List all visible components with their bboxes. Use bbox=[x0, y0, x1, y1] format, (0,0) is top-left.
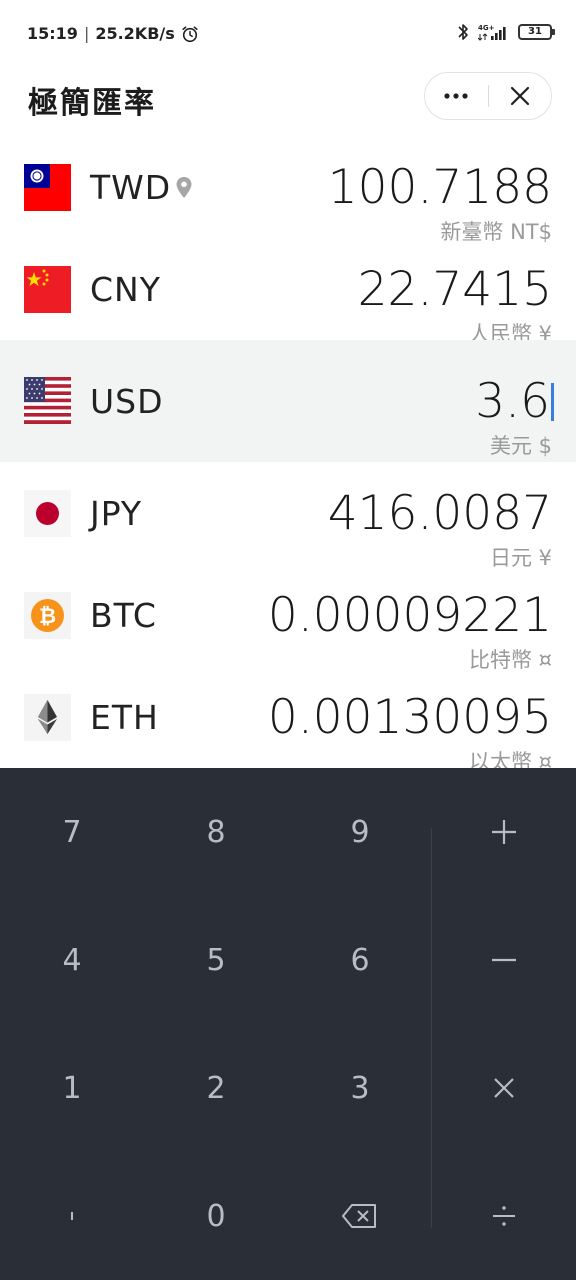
page-title: 極簡匯率 bbox=[28, 86, 156, 121]
currency-amount: 416.0087 bbox=[327, 486, 552, 541]
key-9[interactable]: 9 bbox=[288, 768, 432, 896]
japan-flag-icon bbox=[24, 490, 71, 537]
key-divide[interactable] bbox=[432, 1152, 576, 1280]
divide-icon bbox=[493, 1206, 515, 1226]
currency-amount: 100.7188 bbox=[327, 160, 552, 215]
bitcoin-icon: ₿ bbox=[24, 592, 71, 639]
ethereum-icon bbox=[24, 694, 71, 741]
currency-name: 以太幣 ¤ bbox=[468, 750, 552, 768]
mini-program-capsule bbox=[424, 72, 552, 120]
china-flag-icon bbox=[24, 266, 71, 313]
status-bar: 15:19 | 25.2KB/s 4G+ 31 bbox=[0, 0, 576, 68]
plus-icon bbox=[492, 820, 516, 844]
currency-row-cny[interactable]: CNY 22.7415 人民幣 ¥ bbox=[0, 238, 576, 350]
status-left: 15:19 | 25.2KB/s bbox=[27, 24, 199, 43]
key-6[interactable]: 6 bbox=[288, 896, 432, 1024]
currency-code: BTC bbox=[90, 596, 157, 635]
signal-icon: 4G+ bbox=[478, 24, 506, 41]
key-2[interactable]: 2 bbox=[144, 1024, 288, 1152]
key-5[interactable]: 5 bbox=[144, 896, 288, 1024]
key-minus[interactable] bbox=[432, 896, 576, 1024]
key-0[interactable]: 0 bbox=[144, 1152, 288, 1280]
close-icon bbox=[510, 86, 529, 106]
currency-row-eth[interactable]: ETH 0.00130095 以太幣 ¤ bbox=[0, 666, 576, 768]
status-time: 15:19 bbox=[27, 24, 78, 43]
key-multiply[interactable] bbox=[432, 1024, 576, 1152]
more-icon bbox=[444, 93, 468, 99]
currency-code: USD bbox=[90, 382, 164, 421]
currency-row-jpy[interactable]: JPY 416.0087 日元 ¥ bbox=[0, 462, 576, 574]
status-net-speed: 25.2KB/s bbox=[95, 24, 175, 43]
more-button[interactable] bbox=[425, 73, 488, 119]
battery-indicator: 31 bbox=[518, 24, 555, 40]
key-decimal[interactable] bbox=[0, 1152, 144, 1280]
close-button[interactable] bbox=[488, 73, 551, 119]
currency-amount: 0.00130095 bbox=[267, 690, 552, 745]
bluetooth-icon bbox=[458, 24, 468, 40]
currency-row-btc[interactable]: ₿ BTC 0.00009221 比特幣 ¤ bbox=[0, 564, 576, 676]
key-4[interactable]: 4 bbox=[0, 896, 144, 1024]
currency-code: ETH bbox=[90, 698, 159, 737]
currency-code: TWD bbox=[90, 168, 172, 207]
currency-amount-input[interactable]: 3.6 bbox=[475, 374, 554, 429]
key-backspace[interactable] bbox=[288, 1152, 432, 1280]
network-type: 4G+ bbox=[478, 24, 495, 32]
numeric-keypad: 7 8 9 4 5 6 1 2 3 0 bbox=[0, 768, 576, 1280]
key-3[interactable]: 3 bbox=[288, 1024, 432, 1152]
multiply-icon bbox=[494, 1078, 514, 1098]
currency-code: JPY bbox=[90, 494, 143, 533]
key-8[interactable]: 8 bbox=[144, 768, 288, 896]
taiwan-flag-icon bbox=[24, 164, 71, 211]
key-7[interactable]: 7 bbox=[0, 768, 144, 896]
app-header: 極簡匯率 bbox=[0, 68, 576, 130]
usa-flag-icon bbox=[24, 377, 71, 424]
status-separator: | bbox=[83, 24, 90, 43]
currency-amount: 22.7415 bbox=[357, 262, 552, 317]
currency-name: 美元 $ bbox=[489, 434, 552, 458]
currency-row-twd[interactable]: TWD 100.7188 新臺幣 NT$ bbox=[0, 136, 576, 248]
status-right: 4G+ 31 bbox=[456, 22, 555, 42]
text-cursor bbox=[551, 383, 554, 421]
input-value: 3.6 bbox=[475, 374, 550, 429]
key-1[interactable]: 1 bbox=[0, 1024, 144, 1152]
alarm-icon bbox=[182, 25, 198, 42]
location-pin-icon bbox=[176, 177, 192, 198]
key-plus[interactable] bbox=[432, 768, 576, 896]
currency-amount: 0.00009221 bbox=[267, 588, 552, 643]
decimal-point-icon bbox=[71, 1212, 73, 1220]
currency-code: CNY bbox=[90, 270, 161, 309]
minus-icon bbox=[492, 958, 516, 962]
currency-row-usd[interactable]: USD 3.6 美元 $ bbox=[0, 340, 576, 462]
svg-text:₿: ₿ bbox=[39, 604, 56, 628]
currency-list: TWD 100.7188 新臺幣 NT$ CNY 22.7415 人民幣 ¥ U… bbox=[0, 136, 576, 768]
backspace-icon bbox=[342, 1204, 376, 1228]
